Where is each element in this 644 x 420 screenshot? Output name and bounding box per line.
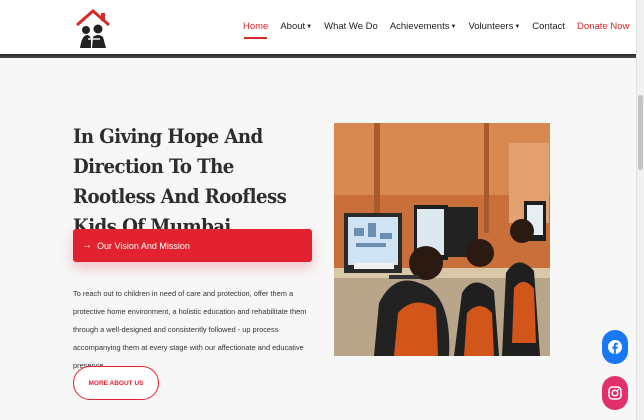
- more-about-us-button[interactable]: MORE ABOUT US: [73, 366, 159, 400]
- caret-down-icon: ▼: [514, 24, 521, 30]
- nav-home[interactable]: Home: [243, 21, 269, 39]
- hero-title: In Giving Hope And Direction To The Root…: [73, 125, 287, 238]
- header-divider: [0, 54, 636, 58]
- vision-mission-label: Our Vision And Mission: [97, 240, 190, 251]
- nav-what-we-do[interactable]: What We Do: [324, 21, 378, 32]
- nav-contact-label: Contact: [532, 21, 566, 32]
- caret-down-icon: ▼: [450, 24, 457, 30]
- page-scrollbar[interactable]: [636, 0, 644, 420]
- main-nav: Home About▼ What We Do Achievements▼ Vol…: [243, 21, 629, 39]
- arrow-right-icon: →: [82, 240, 92, 251]
- logo[interactable]: [74, 8, 112, 50]
- donate-now-label: Donate Now: [577, 21, 630, 32]
- hero-description: To reach out to children in need of care…: [73, 289, 307, 370]
- nav-volunteers[interactable]: Volunteers▼: [468, 21, 520, 32]
- nav-home-label: Home: [243, 21, 269, 32]
- scrollbar-thumb[interactable]: [638, 95, 643, 170]
- nav-about[interactable]: About▼: [280, 21, 312, 32]
- facebook-button[interactable]: [602, 330, 628, 364]
- vision-mission-button[interactable]: → Our Vision And Mission: [73, 229, 312, 262]
- nav-volunteers-label: Volunteers: [468, 21, 514, 32]
- nav-what-we-do-label: What We Do: [324, 21, 378, 32]
- donate-now-link[interactable]: Donate Now: [577, 21, 629, 32]
- site-header: Home About▼ What We Do Achievements▼ Vol…: [0, 0, 636, 56]
- caret-down-icon: ▼: [306, 24, 313, 30]
- instagram-icon: [608, 386, 622, 400]
- nav-contact[interactable]: Contact: [532, 21, 565, 32]
- page: Home About▼ What We Do Achievements▼ Vol…: [0, 0, 644, 420]
- nav-achievements[interactable]: Achievements▼: [390, 21, 457, 32]
- nav-about-label: About: [280, 21, 306, 32]
- more-about-us-label: MORE ABOUT US: [88, 379, 144, 387]
- nav-achievements-label: Achievements: [389, 21, 450, 32]
- facebook-icon: [608, 340, 622, 354]
- instagram-button[interactable]: [602, 376, 628, 410]
- hero-photo: [334, 123, 550, 356]
